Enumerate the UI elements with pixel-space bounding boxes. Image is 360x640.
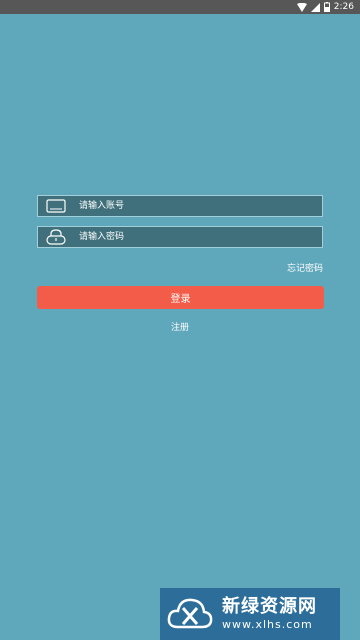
password-field[interactable] bbox=[37, 226, 323, 248]
watermark-title: 新绿资源网 bbox=[222, 596, 317, 617]
cloud-logo-icon bbox=[167, 598, 213, 629]
watermark-url: www.xlhs.com bbox=[222, 618, 313, 631]
status-bar: 2:26 bbox=[0, 0, 360, 14]
wifi-icon bbox=[296, 2, 307, 12]
status-time: 2:26 bbox=[333, 2, 354, 12]
account-field[interactable] bbox=[37, 195, 323, 217]
watermark-banner: 新绿资源网 www.xlhs.com bbox=[160, 588, 340, 640]
lock-icon bbox=[46, 229, 66, 245]
login-button[interactable]: 登录 bbox=[37, 286, 324, 309]
register-row: 注册 bbox=[0, 320, 360, 333]
forgot-password-link[interactable]: 忘记密码 bbox=[287, 261, 323, 274]
watermark-text: 新绿资源网 www.xlhs.com bbox=[222, 596, 317, 632]
status-icons: 2:26 bbox=[296, 1, 354, 13]
account-input[interactable] bbox=[79, 197, 309, 215]
password-input[interactable] bbox=[79, 228, 309, 246]
signal-icon bbox=[310, 2, 320, 12]
register-link[interactable]: 注册 bbox=[171, 323, 189, 333]
account-icon bbox=[46, 198, 66, 214]
battery-icon bbox=[323, 2, 330, 12]
